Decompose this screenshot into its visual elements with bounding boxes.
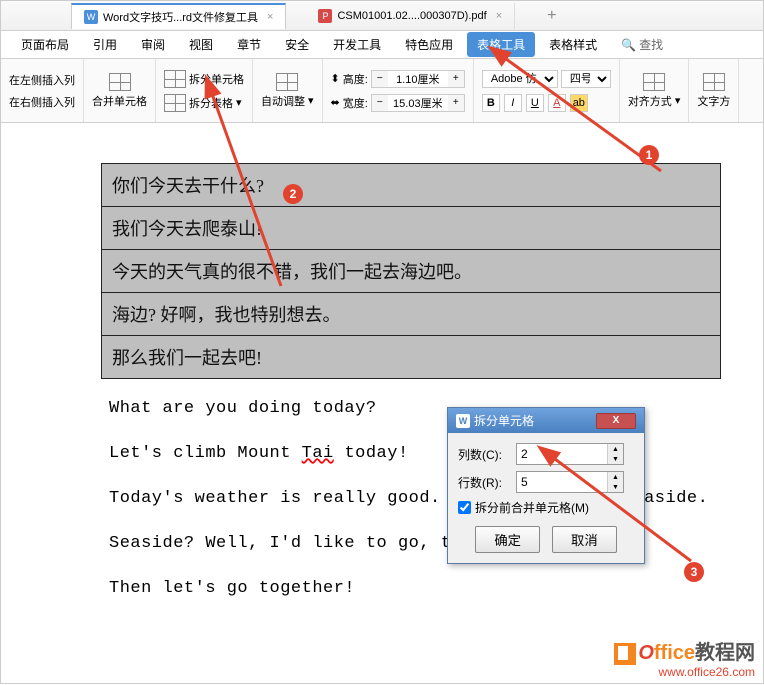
width-icon: ⬌ — [331, 96, 340, 109]
split-group: 拆分单元格 拆分表格 ▾ — [156, 59, 253, 122]
insert-col-right-button[interactable]: 在右侧插入列 — [9, 94, 75, 110]
decrement-button[interactable]: − — [372, 71, 388, 87]
text-direction-group: 文字方 — [689, 59, 739, 122]
insert-columns-group: 在左侧插入列 在右侧插入列 — [1, 59, 84, 122]
tab-pdf-doc[interactable]: P CSM01001.02....000307D).pdf × — [306, 3, 515, 29]
text-direction-icon — [703, 73, 725, 91]
merge-before-label: 拆分前合并单元格(M) — [475, 499, 589, 516]
menu-table-style[interactable]: 表格样式 — [539, 32, 607, 57]
insert-col-left-button[interactable]: 在左侧插入列 — [9, 72, 75, 88]
paragraph[interactable]: Let's climb Mount Tai today! — [109, 444, 763, 463]
ok-button[interactable]: 确定 — [475, 526, 540, 553]
tab-label: Word文字技巧...rd文件修复工具 — [103, 9, 258, 25]
rows-label: 行数(R): — [458, 474, 510, 491]
italic-button[interactable]: I — [504, 94, 522, 112]
menu-view[interactable]: 视图 — [179, 32, 223, 57]
search-icon: 🔍 — [621, 38, 636, 52]
increment-button[interactable]: + — [448, 95, 464, 111]
font-color-button[interactable]: A — [548, 94, 566, 112]
font-size-select[interactable]: 四号 — [561, 70, 611, 88]
close-icon[interactable]: × — [267, 11, 273, 23]
paragraph[interactable]: Seaside? Well, I'd like to go, too. — [109, 534, 763, 553]
close-button[interactable]: X — [596, 413, 636, 429]
watermark-url: www.office26.com — [614, 665, 755, 679]
width-input[interactable] — [388, 95, 448, 111]
close-icon[interactable]: × — [496, 10, 502, 22]
merge-before-checkbox[interactable] — [458, 501, 471, 514]
menu-find[interactable]: 🔍 查找 — [611, 32, 673, 57]
menu-table-tools[interactable]: 表格工具 — [467, 32, 535, 57]
tab-word-doc[interactable]: W Word文字技巧...rd文件修复工具 × — [71, 3, 286, 29]
col-width-control[interactable]: ⬌ 宽度: −+ — [331, 94, 465, 112]
merge-cells-group: 合并单元格 — [84, 59, 156, 122]
table-cell[interactable]: 那么我们一起去吧! — [102, 336, 721, 379]
spin-up-button[interactable]: ▲ — [607, 472, 623, 482]
merge-cells-button[interactable]: 合并单元格 — [92, 93, 147, 109]
table-cell[interactable]: 今天的天气真的很不错，我们一起去海边吧。 — [102, 250, 721, 293]
row-height-control[interactable]: ⬍ 高度: −+ — [331, 70, 465, 88]
menu-review[interactable]: 审阅 — [131, 32, 175, 57]
table-cell[interactable]: 海边? 好啊，我也特别想去。 — [102, 293, 721, 336]
paragraph[interactable]: Then let's go together! — [109, 579, 763, 598]
menu-dev-tools[interactable]: 开发工具 — [323, 32, 391, 57]
menu-chapter[interactable]: 章节 — [227, 32, 271, 57]
callout-2: 2 — [283, 184, 303, 204]
split-cells-icon — [164, 70, 186, 88]
height-icon: ⬍ — [331, 72, 340, 85]
table-cell[interactable]: 我们今天去爬泰山! — [102, 207, 721, 250]
ribbon-toolbar: 在左侧插入列 在右侧插入列 合并单元格 拆分单元格 拆分表格 ▾ 自动调整 ▾ … — [1, 59, 763, 123]
merge-cells-icon — [109, 73, 131, 91]
rows-input[interactable] — [517, 472, 607, 492]
ribbon-tabs: 页面布局 引用 审阅 视图 章节 安全 开发工具 特色应用 表格工具 表格样式 … — [1, 31, 763, 59]
bold-button[interactable]: B — [482, 94, 500, 112]
align-group: 对齐方式 ▾ — [620, 59, 690, 122]
columns-input[interactable] — [517, 444, 607, 464]
document-tab-bar: W Word文字技巧...rd文件修复工具 × P CSM01001.02...… — [1, 1, 763, 31]
split-table-button[interactable]: 拆分表格 ▾ — [164, 94, 242, 112]
document-canvas: 你们今天去干什么? 我们今天去爬泰山! 今天的天气真的很不错，我们一起去海边吧。… — [1, 123, 763, 618]
pdf-icon: P — [318, 9, 332, 23]
cancel-button[interactable]: 取消 — [552, 526, 617, 553]
spin-up-button[interactable]: ▲ — [607, 444, 623, 454]
spin-down-button[interactable]: ▼ — [607, 454, 623, 464]
callout-1: 1 — [639, 145, 659, 165]
font-name-select[interactable]: Adobe 仿 — [482, 70, 558, 88]
spelling-error[interactable]: Tai — [302, 444, 334, 463]
autofit-icon — [276, 73, 298, 91]
office-logo-icon — [614, 643, 636, 665]
paragraph[interactable]: What are you doing today? — [109, 399, 763, 418]
underline-button[interactable]: U — [526, 94, 544, 112]
paragraph[interactable]: Today's weather is really good. Let's go… — [109, 489, 763, 508]
table-cell[interactable]: 你们今天去干什么? — [102, 164, 721, 207]
align-button[interactable]: 对齐方式 ▾ — [628, 93, 681, 109]
menu-references[interactable]: 引用 — [83, 32, 127, 57]
menu-special[interactable]: 特色应用 — [395, 32, 463, 57]
content-table[interactable]: 你们今天去干什么? 我们今天去爬泰山! 今天的天气真的很不错，我们一起去海边吧。… — [101, 163, 721, 379]
tab-label: CSM01001.02....000307D).pdf — [337, 10, 486, 22]
height-input[interactable] — [388, 71, 448, 87]
font-group: Adobe 仿 四号 B I U A ab — [474, 59, 620, 122]
split-cells-dialog: W 拆分单元格 X 列数(C): ▲▼ 行数(R): ▲▼ 拆分前合并单元格(M… — [447, 407, 645, 564]
dialog-title: 拆分单元格 — [474, 412, 534, 429]
menu-security[interactable]: 安全 — [275, 32, 319, 57]
columns-label: 列数(C): — [458, 446, 510, 463]
split-cells-button[interactable]: 拆分单元格 — [164, 70, 244, 88]
size-group: ⬍ 高度: −+ ⬌ 宽度: −+ — [323, 59, 474, 122]
highlight-button[interactable]: ab — [570, 94, 588, 112]
callout-3: 3 — [684, 562, 704, 582]
autofit-button[interactable]: 自动调整 ▾ — [261, 93, 314, 109]
wps-icon: W — [456, 414, 470, 428]
align-icon — [643, 73, 665, 91]
dialog-titlebar[interactable]: W 拆分单元格 X — [448, 408, 644, 433]
watermark: Office教程网 www.office26.com — [614, 636, 755, 679]
spin-down-button[interactable]: ▼ — [607, 482, 623, 492]
increment-button[interactable]: + — [448, 71, 464, 87]
decrement-button[interactable]: − — [372, 95, 388, 111]
split-table-icon — [164, 94, 186, 112]
add-tab-button[interactable]: + — [535, 7, 568, 25]
menu-page-layout[interactable]: 页面布局 — [11, 32, 79, 57]
autofit-group: 自动调整 ▾ — [253, 59, 323, 122]
word-icon: W — [84, 10, 98, 24]
text-direction-button[interactable]: 文字方 — [697, 93, 730, 109]
